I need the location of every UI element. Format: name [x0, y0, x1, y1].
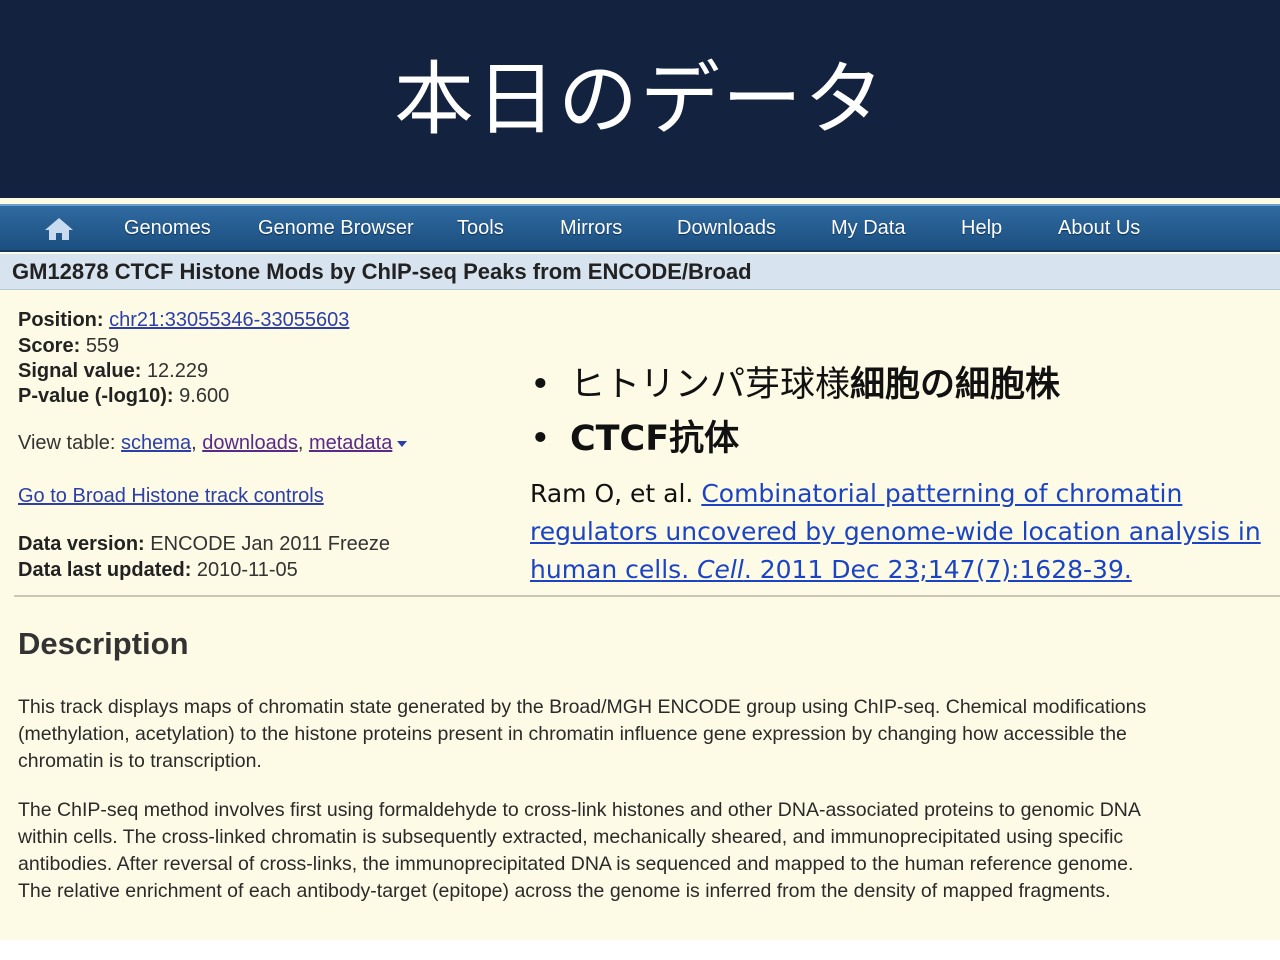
nav-help[interactable]: Help [961, 206, 1002, 250]
divider [14, 595, 1280, 597]
nav-about-us[interactable]: About Us [1058, 206, 1140, 250]
nav-my-data[interactable]: My Data [831, 206, 905, 250]
position-label: Position: [18, 309, 104, 331]
citation-link[interactable]: human cells. Cell. 2011 Dec 23;147(7):16… [530, 555, 1132, 584]
controls-row: Go to Broad Histone track controls [18, 485, 324, 508]
citation-authors: Ram O, et al. [530, 479, 702, 508]
pvalue-value: 9.600 [179, 385, 230, 407]
slide-title: 本日のデータ [394, 53, 886, 146]
signal-value: 12.229 [146, 360, 209, 382]
bullet-cell-line: • ヒトリンパ芽球様細胞の細胞株 [530, 358, 1060, 412]
bullet-antibody-text: CTCF抗体 [570, 419, 740, 459]
bullet-antibody: • CTCF抗体 [530, 412, 1060, 466]
score-label: Score: [18, 335, 81, 357]
data-version-value: ENCODE Jan 2011 Freeze [150, 533, 391, 555]
last-updated-row: Data last updated: 2010-11-05 [18, 559, 298, 582]
metadata-link[interactable]: metadata [309, 432, 392, 454]
nav-genomes[interactable]: Genomes [124, 206, 211, 250]
nav-mirrors[interactable]: Mirrors [560, 206, 622, 250]
description-paragraph: The ChIP-seq method involves first using… [18, 799, 1140, 902]
nav-genome-browser[interactable]: Genome Browser [258, 206, 414, 250]
home-icon[interactable] [44, 217, 74, 241]
position-row: Position: chr21:33055346-33055603 [18, 309, 349, 332]
downloads-link[interactable]: downloads [202, 432, 298, 454]
last-updated-value: 2010-11-05 [196, 559, 298, 581]
position-link[interactable]: chr21:33055346-33055603 [109, 309, 349, 331]
citation: Ram O, et al. Combinatorial patterning o… [530, 475, 1280, 589]
score-value: 559 [85, 335, 120, 357]
data-version-label: Data version: [18, 533, 145, 555]
track-controls-link[interactable]: Go to Broad Histone track controls [18, 485, 324, 507]
citation-journal: Cell [697, 555, 744, 584]
bullet-dot-icon: • [530, 365, 551, 405]
track-title: GM12878 CTCF Histone Mods by ChIP-seq Pe… [0, 254, 1280, 290]
bullet-cell-line-plain: ヒトリンパ芽球様 [570, 365, 851, 405]
top-navbar: Genomes Genome Browser Tools Mirrors Dow… [0, 204, 1280, 252]
bullet-dot-icon: • [530, 419, 551, 459]
dropdown-caret-icon[interactable] [397, 440, 408, 447]
pvalue-label: P-value (-log10): [18, 385, 174, 407]
score-row: Score: 559 [18, 335, 119, 358]
view-table-row: View table: schema, downloads, metadata [18, 432, 408, 455]
bullet-cell-line-bold: 細胞の細胞株 [850, 365, 1061, 405]
last-updated-label: Data last updated: [18, 559, 192, 581]
pvalue-row: P-value (-log10): 9.600 [18, 385, 229, 408]
signal-label: Signal value: [18, 360, 142, 382]
bullet-list: • ヒトリンパ芽球様細胞の細胞株 • CTCF抗体 [530, 358, 1060, 466]
nav-downloads[interactable]: Downloads [677, 206, 776, 250]
slide-header: 本日のデータ [0, 0, 1280, 198]
description-heading: Description [18, 626, 189, 661]
data-version-row: Data version: ENCODE Jan 2011 Freeze [18, 533, 390, 556]
nav-tools[interactable]: Tools [457, 206, 504, 250]
signal-row: Signal value: 12.229 [18, 360, 208, 383]
schema-link[interactable]: schema [121, 432, 191, 454]
description-paragraph: This track displays maps of chromatin st… [18, 696, 1147, 772]
citation-link[interactable]: Combinatorial patterning of chromatin [701, 479, 1182, 508]
citation-link[interactable]: regulators uncovered by genome-wide loca… [530, 517, 1261, 546]
view-table-label: View table: [18, 432, 116, 454]
